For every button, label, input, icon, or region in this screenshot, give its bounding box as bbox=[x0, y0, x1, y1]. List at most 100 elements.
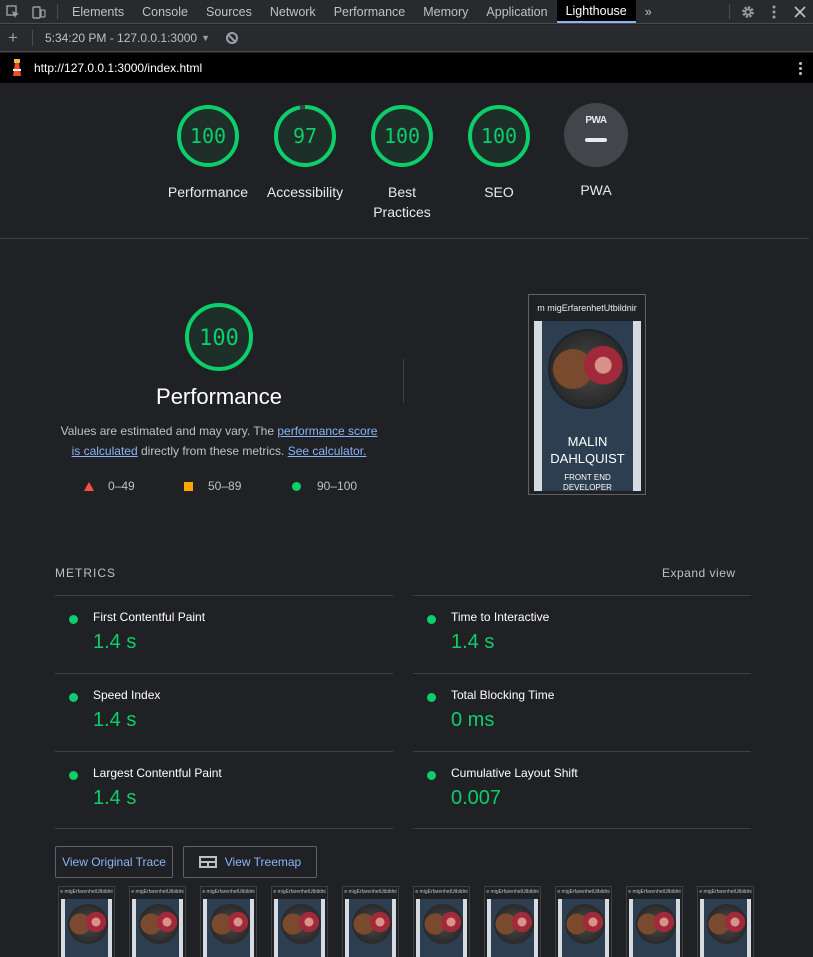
more-tabs-icon[interactable]: » bbox=[636, 0, 661, 23]
gauge-label: SEO bbox=[484, 184, 514, 200]
vertical-divider bbox=[403, 359, 404, 403]
metric-label: Speed Index bbox=[93, 688, 161, 702]
view-treemap-button[interactable]: View Treemap bbox=[183, 846, 317, 878]
lighthouse-toolbar: + 5:34:20 PM - 127.0.0.1:3000 ▼ bbox=[0, 25, 813, 52]
gauge-seo[interactable]: 100 SEO bbox=[449, 103, 549, 202]
category-scores: 100 Performance 97 Accessibility 100 Bes… bbox=[0, 83, 813, 239]
view-original-trace-button[interactable]: View Original Trace bbox=[55, 846, 173, 878]
final-screenshot[interactable]: m migErfarenhetUtbildnir MALIN DAHLQUIST… bbox=[528, 294, 646, 495]
tab-separator bbox=[57, 4, 58, 19]
performance-gauge: 100 bbox=[183, 301, 255, 378]
toolbar-separator bbox=[32, 30, 33, 46]
report-url[interactable]: http://127.0.0.1:3000/index.html bbox=[34, 61, 202, 75]
customize-menu-icon[interactable] bbox=[761, 0, 787, 23]
gauge-performance[interactable]: 100 Performance bbox=[158, 103, 258, 202]
score-gauge-icon: 100 bbox=[371, 105, 433, 167]
frame-header-text: e migErfarenhetUtbildni bbox=[60, 889, 113, 895]
legend-range: 50–89 bbox=[208, 479, 242, 493]
gauge-accessibility[interactable]: 97 Accessibility bbox=[255, 103, 355, 202]
tab-application[interactable]: Application bbox=[477, 0, 556, 23]
gauge-score: 97 bbox=[293, 124, 317, 148]
tab-elements[interactable]: Elements bbox=[63, 0, 133, 23]
frame-body bbox=[345, 899, 396, 957]
metric-value: 0 ms bbox=[451, 709, 495, 731]
legend-pass: 90–100 bbox=[292, 479, 357, 493]
expand-view-toggle[interactable]: Expand view bbox=[662, 566, 736, 580]
report-selector[interactable]: 5:34:20 PM - 127.0.0.1:3000 ▼ bbox=[39, 31, 210, 45]
pass-circle-icon bbox=[69, 615, 78, 624]
filmstrip-frame: e migErfarenhetUtbildni bbox=[342, 886, 399, 957]
tab-network[interactable]: Network bbox=[261, 0, 325, 23]
gauge-best-practices[interactable]: 100 Best Practices bbox=[352, 103, 452, 222]
tab-memory[interactable]: Memory bbox=[414, 0, 477, 23]
gauge-score: 100 bbox=[190, 124, 226, 148]
frame-header-text: e migErfarenhetUtbildni bbox=[628, 889, 681, 895]
frame-photo bbox=[423, 904, 463, 944]
clear-all-icon[interactable] bbox=[226, 32, 239, 44]
frame-header-text: e migErfarenhetUtbildni bbox=[486, 889, 539, 895]
filmstrip-frame: e migErfarenhetUtbildni bbox=[58, 886, 115, 957]
score-gauge-icon: 97 bbox=[274, 105, 336, 167]
pass-circle-icon bbox=[427, 771, 436, 780]
view-treemap-label: View Treemap bbox=[224, 855, 302, 869]
metrics-title: METRICS bbox=[55, 566, 116, 580]
report-scrollbar[interactable] bbox=[809, 83, 813, 957]
report-url-bar: http://127.0.0.1:3000/index.html bbox=[0, 53, 813, 83]
screenshot-body: MALIN DAHLQUIST FRONT END DEVELOPER bbox=[534, 321, 641, 492]
screenshot-header-text: m migErfarenhetUtbildnir bbox=[537, 303, 637, 313]
filmstrip-frame: e migErfarenhetUtbildni bbox=[271, 886, 328, 957]
frame-header-text: e migErfarenhetUtbildni bbox=[557, 889, 610, 895]
frame-header-text: e migErfarenhetUtbildni bbox=[131, 889, 184, 895]
performance-score-icon: 100 bbox=[185, 303, 253, 371]
device-toolbar-icon[interactable] bbox=[26, 0, 52, 23]
see-calculator-link[interactable]: See calculator. bbox=[288, 444, 367, 458]
frame-body bbox=[274, 899, 325, 957]
close-icon[interactable] bbox=[787, 0, 813, 23]
performance-score: 100 bbox=[199, 326, 239, 351]
frame-photo bbox=[281, 904, 321, 944]
fail-triangle-icon bbox=[84, 481, 94, 491]
gauge-label: PWA bbox=[580, 182, 612, 198]
frame-header-text: e migErfarenhetUtbildni bbox=[273, 889, 326, 895]
filmstrip-frame: e migErfarenhetUtbildni bbox=[555, 886, 612, 957]
gauge-label: Performance bbox=[167, 184, 249, 200]
legend-average: 50–89 bbox=[184, 479, 292, 493]
filmstrip-frame: e migErfarenhetUtbildni bbox=[626, 886, 683, 957]
filmstrip-frame: e migErfarenhetUtbildni bbox=[484, 886, 541, 957]
metric-label: Time to Interactive bbox=[451, 610, 550, 624]
metric-label: Largest Contentful Paint bbox=[93, 766, 222, 780]
performance-description: Values are estimated and may vary. The p… bbox=[55, 421, 383, 461]
pwa-badge-text: PWA bbox=[585, 115, 607, 126]
settings-gear-icon[interactable] bbox=[735, 0, 761, 23]
frame-body bbox=[700, 899, 751, 957]
frame-photo bbox=[139, 904, 179, 944]
lighthouse-report: 100 Performance 97 Accessibility 100 Bes… bbox=[0, 83, 813, 957]
metrics-divider bbox=[55, 828, 393, 829]
tab-lighthouse[interactable]: Lighthouse bbox=[556, 0, 636, 23]
pwa-badge-icon: PWA bbox=[564, 103, 628, 167]
screenshot-role: FRONT END DEVELOPER bbox=[563, 473, 612, 492]
legend-fail: 0–49 bbox=[84, 479, 184, 493]
screenshot-name: MALIN DAHLQUIST bbox=[550, 434, 625, 466]
metric-value: 1.4 s bbox=[93, 709, 137, 731]
new-report-icon[interactable]: + bbox=[0, 28, 26, 48]
pass-circle-icon bbox=[427, 615, 436, 624]
frame-photo bbox=[494, 904, 534, 944]
tab-sources[interactable]: Sources bbox=[197, 0, 261, 23]
filmstrip-frame: e migErfarenhetUtbildni bbox=[413, 886, 470, 957]
inspect-element-icon[interactable] bbox=[0, 0, 26, 23]
frame-header-text: e migErfarenhetUtbildni bbox=[415, 889, 468, 895]
gauge-label: Accessibility bbox=[266, 184, 344, 200]
metric-label: Total Blocking Time bbox=[451, 688, 555, 702]
frame-photo bbox=[565, 904, 605, 944]
filmstrip-frame: e migErfarenhetUtbildni bbox=[697, 886, 754, 957]
tab-performance[interactable]: Performance bbox=[325, 0, 415, 23]
metric-value: 1.4 s bbox=[93, 631, 137, 653]
frame-photo bbox=[352, 904, 392, 944]
tab-console[interactable]: Console bbox=[133, 0, 197, 23]
metric-largest-contentful-paint: Largest Contentful Paint 1.4 s bbox=[55, 751, 393, 829]
gauge-pwa[interactable]: PWA PWA bbox=[546, 103, 646, 200]
frame-photo bbox=[68, 904, 108, 944]
gauge-score: 100 bbox=[384, 124, 420, 148]
report-menu-icon[interactable] bbox=[799, 61, 803, 75]
